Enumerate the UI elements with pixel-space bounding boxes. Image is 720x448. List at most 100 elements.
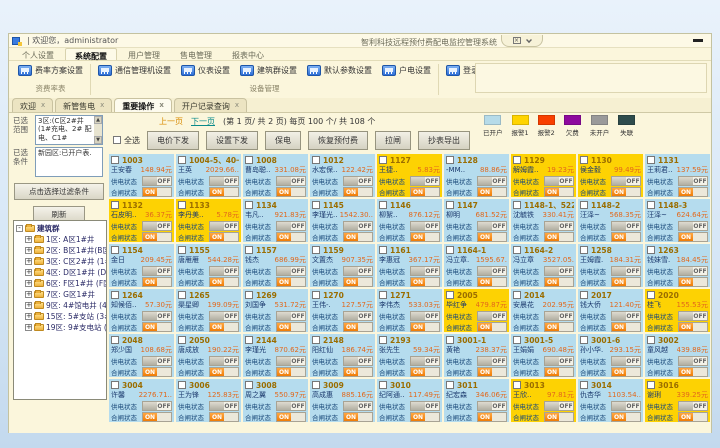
switch-toggle[interactable]: ON	[410, 187, 440, 197]
ribbon-tab[interactable]: 系统配置	[65, 48, 117, 60]
switch-toggle[interactable]: ON	[142, 322, 172, 332]
room-checkbox[interactable]	[580, 246, 588, 254]
supply-toggle[interactable]: OFF	[276, 221, 306, 231]
switch-toggle[interactable]: ON	[544, 232, 574, 242]
room-checkbox[interactable]	[647, 291, 655, 299]
room-checkbox[interactable]	[580, 336, 588, 344]
supply-toggle[interactable]: OFF	[477, 356, 507, 366]
supply-toggle[interactable]: OFF	[611, 311, 641, 321]
supply-toggle[interactable]: OFF	[410, 266, 440, 276]
choose-filter-button[interactable]: 点击选择过滤条件	[14, 183, 104, 200]
switch-toggle[interactable]: ON	[343, 367, 373, 377]
room-checkbox[interactable]	[580, 201, 588, 209]
switch-toggle[interactable]: ON	[276, 322, 306, 332]
tree-root[interactable]: -建筑群	[16, 223, 106, 234]
ribbon-button[interactable]: 通信管理机设置	[96, 64, 173, 77]
supply-toggle[interactable]: OFF	[544, 311, 574, 321]
action-button[interactable]: 设置下发	[206, 131, 258, 150]
switch-toggle[interactable]: ON	[678, 232, 708, 242]
supply-toggle[interactable]: OFF	[142, 311, 172, 321]
switch-toggle[interactable]: ON	[611, 277, 641, 287]
switch-toggle[interactable]: ON	[142, 232, 172, 242]
switch-toggle[interactable]: ON	[343, 322, 373, 332]
supply-toggle[interactable]: OFF	[477, 176, 507, 186]
expand-icon[interactable]: +	[25, 247, 32, 254]
action-button[interactable]: 电价下发	[147, 131, 199, 150]
supply-toggle[interactable]: OFF	[209, 176, 239, 186]
supply-toggle[interactable]: OFF	[611, 221, 641, 231]
room-checkbox[interactable]	[312, 156, 320, 164]
close-icon[interactable]: x	[41, 101, 45, 109]
switch-toggle[interactable]: ON	[209, 187, 239, 197]
room-checkbox[interactable]	[446, 291, 454, 299]
supply-toggle[interactable]: OFF	[544, 356, 574, 366]
room-checkbox[interactable]	[245, 291, 253, 299]
next-page-link[interactable]: 下一页	[191, 116, 215, 127]
switch-toggle[interactable]: ON	[410, 322, 440, 332]
ribbon-button[interactable]: 户电设置	[380, 64, 433, 77]
expand-icon[interactable]: +	[25, 236, 32, 243]
room-checkbox[interactable]	[111, 336, 119, 344]
room-checkbox[interactable]	[647, 336, 655, 344]
room-checkbox[interactable]	[379, 381, 387, 389]
room-checkbox[interactable]	[312, 336, 320, 344]
action-button[interactable]: 保电	[265, 131, 301, 150]
switch-toggle[interactable]: ON	[544, 322, 574, 332]
room-checkbox[interactable]	[647, 156, 655, 164]
supply-toggle[interactable]: OFF	[209, 221, 239, 231]
room-checkbox[interactable]	[513, 201, 521, 209]
supply-toggle[interactable]: OFF	[544, 266, 574, 276]
supply-toggle[interactable]: OFF	[544, 401, 574, 411]
room-checkbox[interactable]	[245, 201, 253, 209]
supply-toggle[interactable]: OFF	[544, 176, 574, 186]
room-checkbox[interactable]	[178, 201, 186, 209]
supply-toggle[interactable]: OFF	[678, 221, 708, 231]
room-checkbox[interactable]	[111, 201, 119, 209]
switch-toggle[interactable]: ON	[142, 367, 172, 377]
switch-toggle[interactable]: ON	[343, 232, 373, 242]
room-checkbox[interactable]	[111, 156, 119, 164]
switch-toggle[interactable]: ON	[343, 277, 373, 287]
tree-item[interactable]: +15区: 5#支站 (3#)	[16, 311, 106, 322]
switch-toggle[interactable]: ON	[611, 322, 641, 332]
selected-range-listbox[interactable]: 3区:(C区2#井 (1#充电、2# 配电、C1# ▲ ▼	[35, 115, 103, 145]
expand-icon[interactable]: +	[25, 313, 32, 320]
room-checkbox[interactable]	[379, 246, 387, 254]
switch-toggle[interactable]: ON	[276, 412, 306, 422]
supply-toggle[interactable]: OFF	[142, 176, 172, 186]
supply-toggle[interactable]: OFF	[209, 356, 239, 366]
room-checkbox[interactable]	[178, 381, 186, 389]
doc-tab[interactable]: 欢迎x	[12, 98, 53, 112]
prev-page-link[interactable]: 上一页	[159, 116, 183, 127]
room-checkbox[interactable]	[647, 201, 655, 209]
action-button[interactable]: 恢复预付费	[308, 131, 368, 150]
room-checkbox[interactable]	[245, 381, 253, 389]
switch-toggle[interactable]: ON	[142, 277, 172, 287]
room-checkbox[interactable]	[647, 246, 655, 254]
supply-toggle[interactable]: OFF	[142, 221, 172, 231]
close-icon[interactable]: x	[235, 101, 239, 109]
room-checkbox[interactable]	[446, 201, 454, 209]
room-checkbox[interactable]	[111, 381, 119, 389]
switch-toggle[interactable]: ON	[678, 367, 708, 377]
room-checkbox[interactable]	[312, 381, 320, 389]
supply-toggle[interactable]: OFF	[611, 176, 641, 186]
room-checkbox[interactable]	[513, 381, 521, 389]
doc-tab[interactable]: 开户记录查询x	[174, 98, 247, 112]
listbox-scrollbar[interactable]: ▲ ▼	[94, 116, 102, 144]
supply-toggle[interactable]: OFF	[544, 221, 574, 231]
room-checkbox[interactable]	[446, 336, 454, 344]
supply-toggle[interactable]: OFF	[678, 266, 708, 276]
switch-toggle[interactable]: ON	[343, 412, 373, 422]
ribbon-tab[interactable]: 报表中心	[223, 48, 273, 60]
supply-toggle[interactable]: OFF	[343, 356, 373, 366]
switch-toggle[interactable]: ON	[410, 277, 440, 287]
switch-toggle[interactable]: ON	[209, 412, 239, 422]
supply-toggle[interactable]: OFF	[410, 176, 440, 186]
close-icon[interactable]: x	[159, 101, 164, 109]
room-checkbox[interactable]	[647, 381, 655, 389]
supply-toggle[interactable]: OFF	[343, 401, 373, 411]
supply-toggle[interactable]: OFF	[343, 311, 373, 321]
switch-toggle[interactable]: ON	[611, 187, 641, 197]
supply-toggle[interactable]: OFF	[276, 401, 306, 411]
